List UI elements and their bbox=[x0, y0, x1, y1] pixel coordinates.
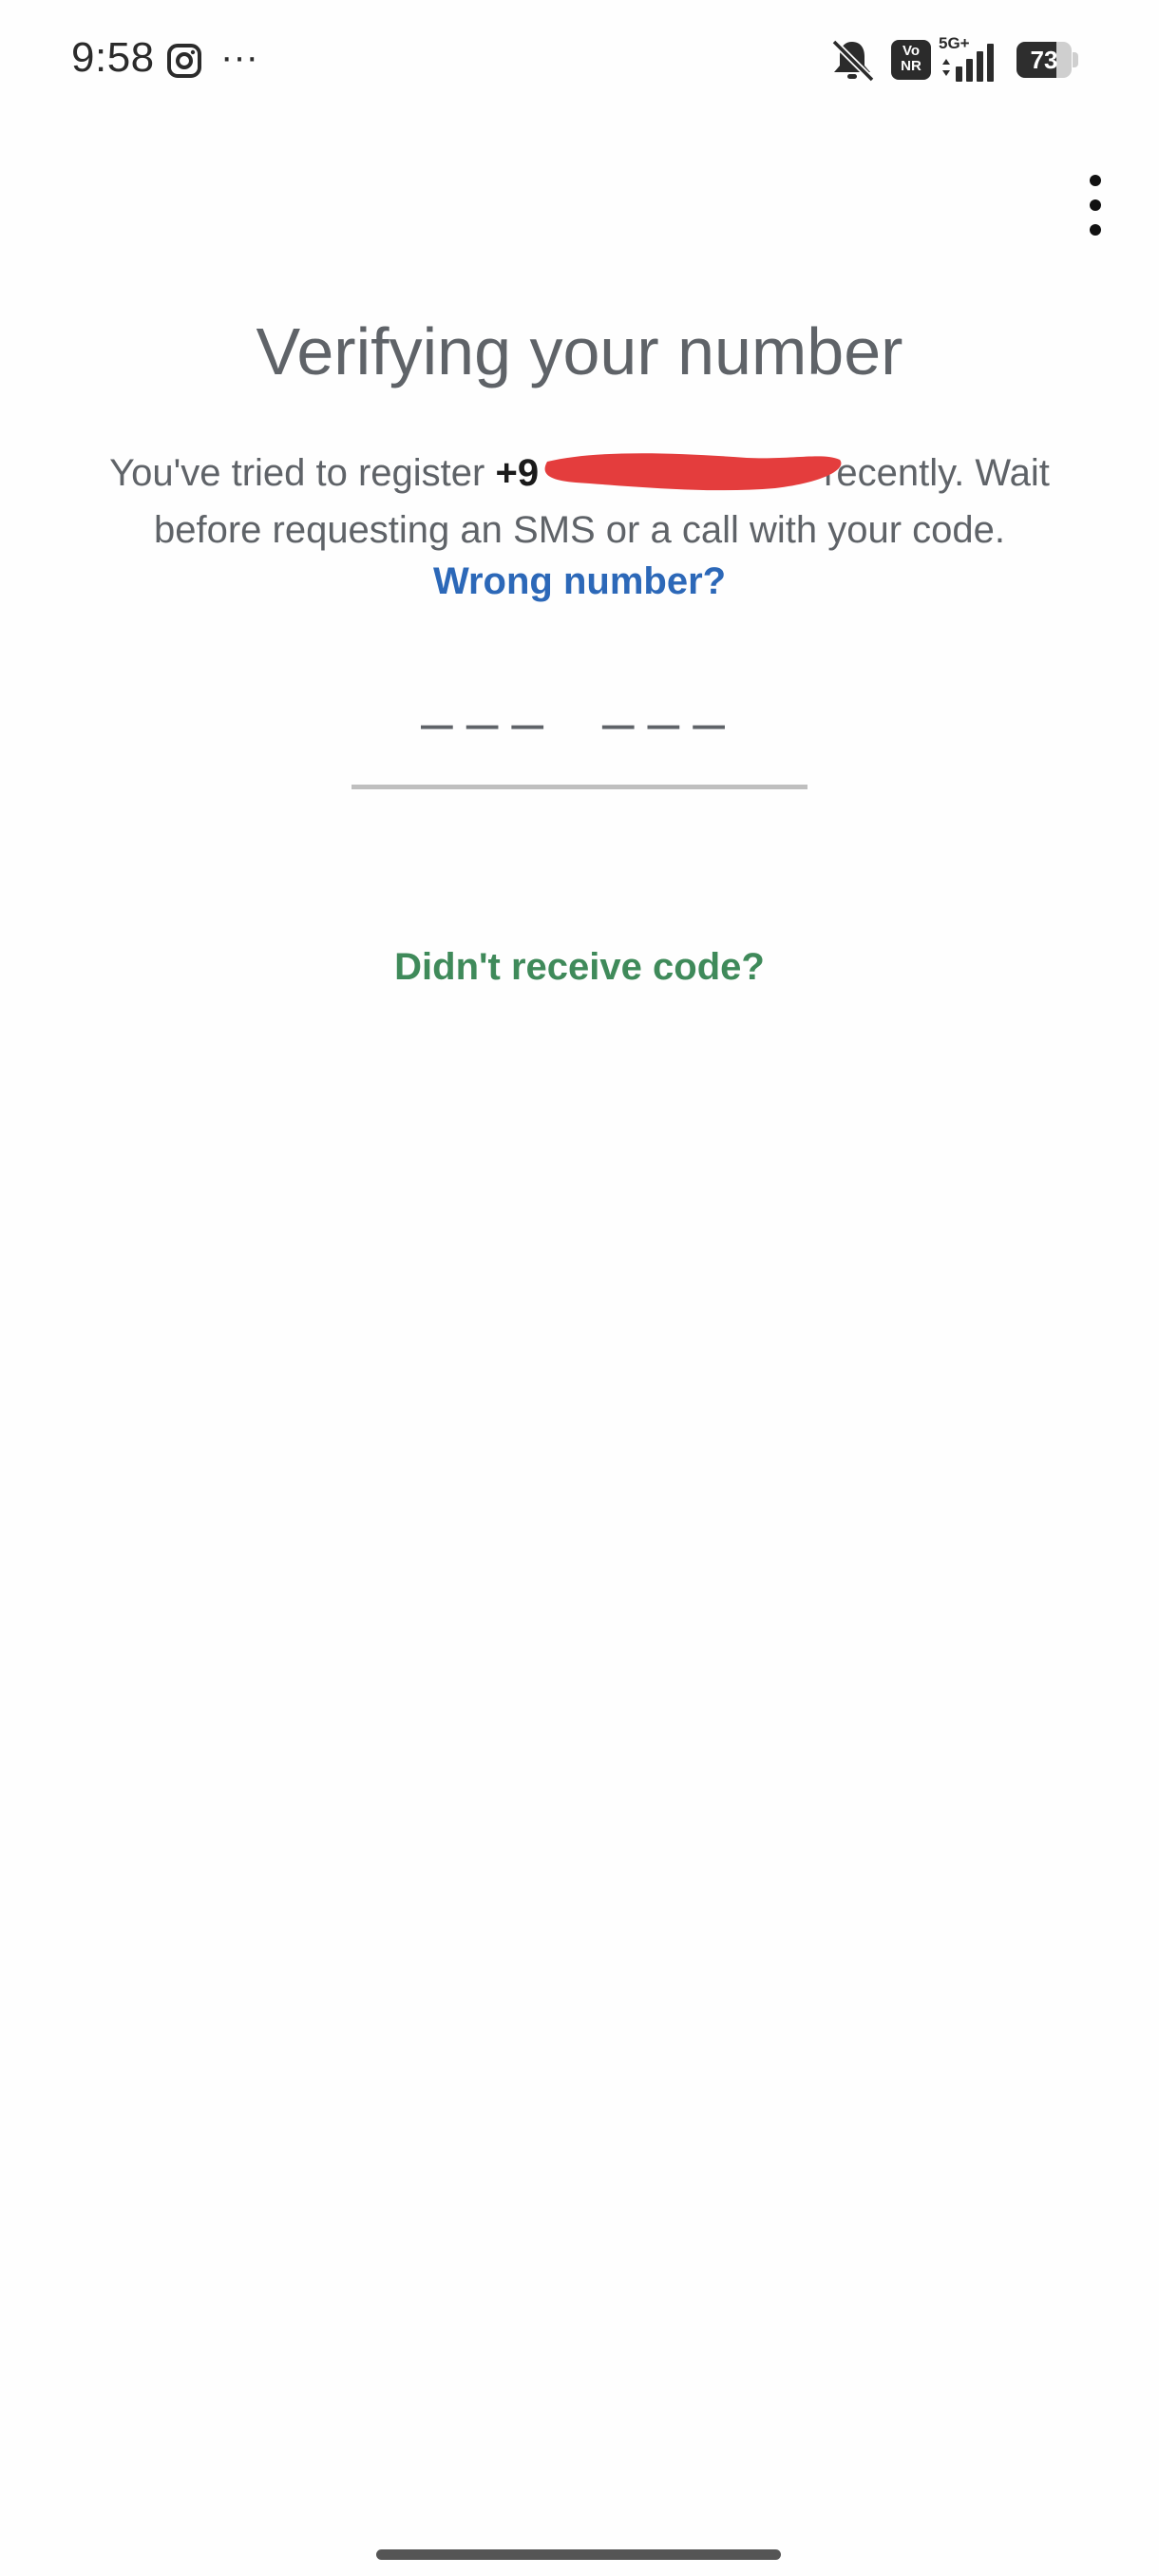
wrong-number-link[interactable]: Wrong number? bbox=[0, 560, 1159, 603]
more-notifications-icon: ··· bbox=[220, 36, 258, 78]
message-before: You've tried to register bbox=[109, 452, 496, 494]
redaction-mark bbox=[544, 453, 842, 491]
page-title: Verifying your number bbox=[256, 314, 903, 388]
code-placeholder: ––– ––– bbox=[420, 693, 738, 755]
verification-code-input[interactable]: ––– ––– bbox=[352, 684, 808, 789]
phone-number: +9 bbox=[495, 452, 540, 494]
vonr-badge: Vo NR bbox=[891, 40, 931, 80]
status-time: 9:58 bbox=[71, 34, 155, 81]
signal-icon bbox=[942, 44, 994, 82]
overflow-dot bbox=[1090, 175, 1101, 186]
overflow-dot bbox=[1090, 224, 1101, 236]
mute-icon bbox=[831, 39, 875, 82]
vonr-label-bottom: NR bbox=[901, 58, 922, 74]
vonr-label-top: Vo bbox=[902, 43, 921, 59]
battery-level: 73 bbox=[1030, 46, 1058, 74]
status-bar: 9:58 ··· Vo NR 5G+ 73 bbox=[0, 0, 1159, 123]
resend-code-link[interactable]: Didn't receive code? bbox=[0, 946, 1159, 989]
battery-cap bbox=[1073, 52, 1078, 67]
instagram-icon bbox=[167, 44, 201, 78]
overflow-dot bbox=[1090, 199, 1101, 211]
battery-icon: 73 bbox=[1016, 42, 1079, 78]
home-indicator[interactable] bbox=[376, 2549, 781, 2560]
overflow-menu-icon[interactable] bbox=[1074, 171, 1119, 239]
